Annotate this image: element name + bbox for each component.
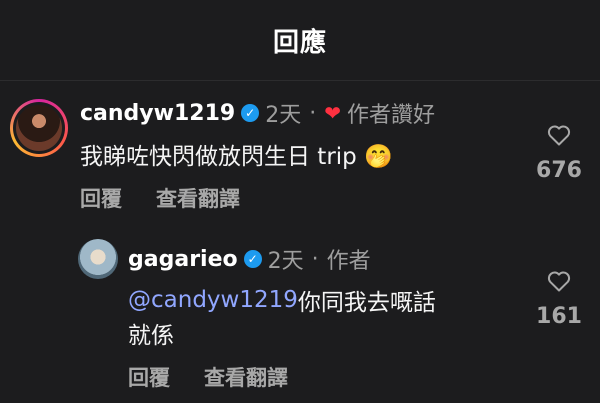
comment-text-line1: 你同我去嘅話 [297,290,436,316]
comments-screen: 回應 candyw1219 ✓ 2天 · ❤ 作者讚好 我睇咗快閃做放閃生日 t… [0,0,600,403]
see-translation-button[interactable]: 查看翻譯 [156,183,240,213]
like-count: 676 [536,158,582,183]
creator-liked-label: 作者讚好 [346,103,435,128]
like-outline-icon[interactable] [547,124,571,146]
comment-time: 2天 [267,249,304,274]
verified-badge-icon: ✓ [241,104,260,122]
see-translation-button[interactable]: 查看翻譯 [204,362,288,392]
verified-badge-icon: ✓ [243,250,262,268]
mention-link[interactable]: @candyw1219 [128,287,298,313]
comment-text-line2: 就係 [128,323,174,349]
page-title: 回應 [272,27,327,58]
meta-separator: · [309,100,317,126]
avatar[interactable] [78,239,118,279]
heart-icon: ❤ [324,101,341,125]
avatar-image [16,105,62,151]
comment-username[interactable]: candyw1219 [80,101,235,126]
like-column: 676 [530,124,588,183]
header: 回應 [0,0,600,80]
header-divider [0,80,600,81]
meta-separator: · [311,246,319,272]
like-outline-icon[interactable] [547,270,571,292]
reply-button[interactable]: 回覆 [80,183,122,213]
comment-username[interactable]: gagarieo [128,247,238,272]
like-count: 161 [536,304,582,329]
comment-time: 2天 [265,103,302,128]
author-label: 作者 [326,249,371,274]
avatar[interactable] [10,99,68,157]
comment-text: 我睇咗快閃做放閃生日 trip 🤭 [80,144,393,170]
like-column: 161 [530,270,588,329]
reply-button[interactable]: 回覆 [128,362,170,392]
